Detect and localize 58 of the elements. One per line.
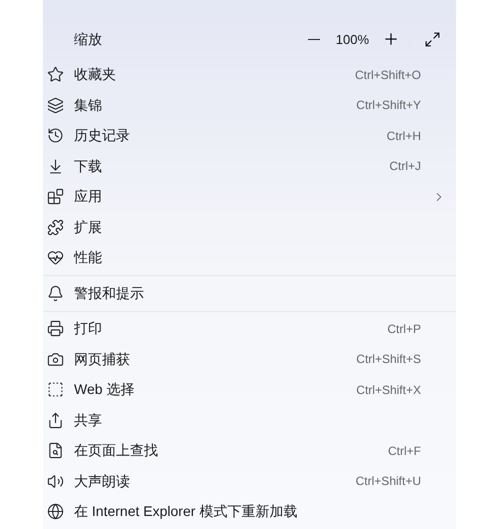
shortcut-label: Ctrl+F — [388, 442, 421, 460]
menu-item-label: 收藏夹 — [74, 65, 116, 84]
menu-item-label: 警报和提示 — [74, 284, 144, 303]
menu-item-label: Web 选择 — [74, 380, 134, 400]
menu-item[interactable]: 收藏夹 Ctrl+Shift+O — [43, 60, 456, 90]
history-icon — [47, 127, 64, 144]
menu-item[interactable]: 打印 Ctrl+P — [43, 314, 456, 344]
zoom-value: 100% — [336, 30, 369, 49]
menu-item[interactable]: 在 Internet Explorer 模式下重新加载 — [43, 496, 456, 527]
share-icon — [47, 412, 64, 429]
menu-item[interactable]: 性能 — [43, 242, 456, 273]
menu-item-label: 在页面上查找 — [74, 441, 158, 460]
menu-item-label: 在 Internet Explorer 模式下重新加载 — [74, 502, 298, 522]
minus-icon — [308, 38, 320, 40]
menu-item-label: 集锦 — [74, 96, 102, 115]
camera-icon — [47, 350, 64, 368]
file-search-icon — [47, 442, 64, 460]
download-icon — [47, 158, 64, 175]
shortcut-label: Ctrl+J — [389, 158, 421, 176]
shortcut-label: Ctrl+H — [386, 128, 421, 145]
menu-item[interactable]: 在页面上查找 Ctrl+F — [43, 436, 456, 466]
menu-item[interactable]: 应用 — [43, 182, 456, 212]
zoom-label: 缩放 — [74, 30, 102, 49]
puzzle-icon — [47, 218, 64, 236]
dashed-square-icon — [47, 381, 64, 398]
star-icon — [47, 66, 64, 84]
menu-item[interactable]: 共享 — [43, 405, 456, 436]
menu-item-label: 打印 — [74, 319, 102, 338]
menu-item-label: 扩展 — [74, 218, 102, 237]
shortcut-label: Ctrl+Shift+U — [356, 473, 421, 490]
shortcut-label: Ctrl+Shift+X — [356, 382, 421, 399]
speaker-icon — [47, 472, 64, 490]
menu-item-label: 大声朗读 — [74, 472, 130, 491]
shortcut-label: Ctrl+Shift+S — [356, 351, 421, 368]
menu-item[interactable]: 大声朗读 Ctrl+Shift+U — [43, 466, 456, 496]
menu-item[interactable]: 下载 Ctrl+J — [43, 151, 456, 182]
menu-item[interactable]: 历史记录 Ctrl+H — [43, 120, 456, 151]
menu-item[interactable]: 集锦 Ctrl+Shift+Y — [43, 90, 456, 120]
blocks-icon — [47, 188, 64, 206]
shortcut-label: Ctrl+P — [387, 320, 421, 338]
menu-item[interactable]: 网页捕获 Ctrl+Shift+S — [43, 344, 456, 374]
menu-item-label: 网页捕获 — [74, 350, 130, 369]
menu-item[interactable]: 扩展 — [43, 212, 456, 242]
menu-item[interactable]: Web 选择 Ctrl+Shift+X — [43, 374, 456, 405]
printer-icon — [47, 320, 64, 338]
menu-item-label: 共享 — [74, 410, 102, 430]
shortcut-label: Ctrl+Shift+Y — [356, 97, 421, 114]
bell-icon — [47, 284, 64, 302]
layers-icon — [47, 96, 64, 114]
heart-pulse-icon — [47, 249, 64, 266]
expand-icon — [424, 30, 440, 48]
menu-item-label: 应用 — [74, 187, 102, 206]
menu-item-label: 下载 — [74, 156, 102, 176]
shortcut-label: Ctrl+Shift+O — [354, 66, 421, 84]
globe-icon — [47, 503, 64, 520]
menu-item-label: 性能 — [74, 248, 102, 268]
menu-item[interactable]: 警报和提示 — [43, 278, 456, 308]
menu-item-label: 历史记录 — [74, 126, 130, 146]
